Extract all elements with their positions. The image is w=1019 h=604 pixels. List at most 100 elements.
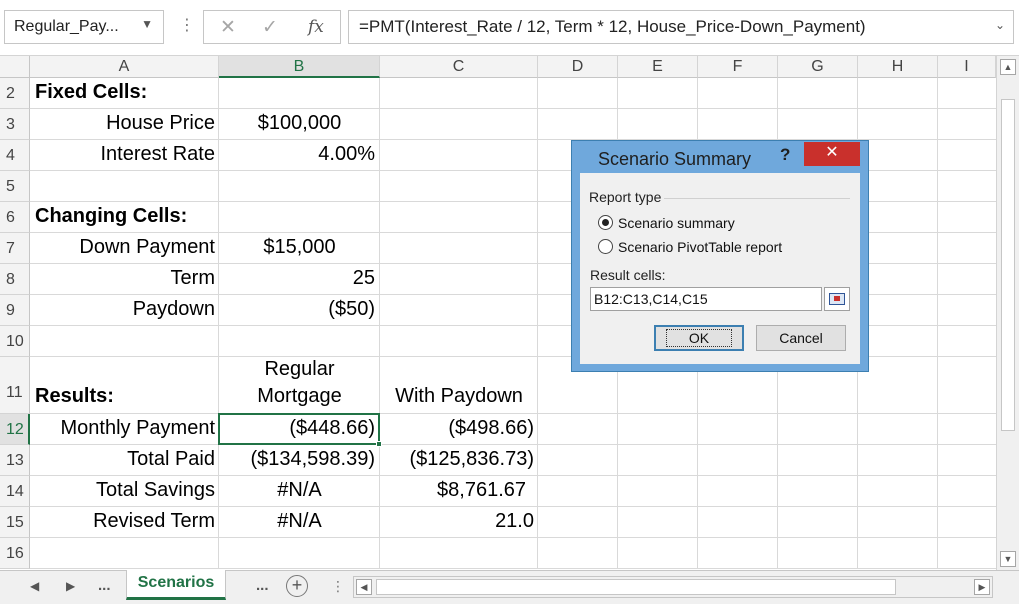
row-header-13[interactable]: 13 <box>0 445 30 476</box>
cell-a13[interactable]: Total Paid <box>33 448 215 471</box>
cell-c13[interactable]: ($125,836.73) <box>380 448 534 471</box>
insert-function-icon[interactable]: fx <box>308 17 324 37</box>
row-header-4[interactable]: 4 <box>0 140 30 171</box>
next-sheet-icon[interactable]: ▶ <box>66 579 75 593</box>
vertical-scrollbar[interactable]: ▲ ▼ <box>996 56 1019 570</box>
radio-unselected-icon[interactable] <box>598 239 613 254</box>
cell-b13[interactable]: ($134,598.39) <box>219 448 375 471</box>
close-icon[interactable]: ✕ <box>220 16 236 39</box>
cell-a2[interactable]: Fixed Cells: <box>35 81 217 104</box>
cell-c15[interactable]: 21.0 <box>380 510 534 533</box>
dialog-body: Report type Scenario summary Scenario Pi… <box>580 173 860 364</box>
cell-a7[interactable]: Down Payment <box>33 236 215 259</box>
tab-scenarios[interactable]: Scenarios <box>126 570 226 600</box>
cell-b9[interactable]: ($50) <box>219 298 375 321</box>
row-gridline <box>30 108 996 109</box>
row-header-5[interactable]: 5 <box>0 171 30 202</box>
cell-a14[interactable]: Total Savings <box>33 479 215 502</box>
select-all-corner[interactable] <box>0 56 30 78</box>
result-cells-input[interactable]: B12:C13,C14,C15 <box>590 287 822 311</box>
column-header-d[interactable]: D <box>538 56 618 78</box>
cell-b15[interactable]: #N/A <box>219 510 380 533</box>
add-sheet-icon[interactable]: + <box>286 575 308 597</box>
fill-handle[interactable] <box>376 441 382 447</box>
column-header-b[interactable]: B <box>219 56 380 78</box>
column-gridline <box>937 78 938 569</box>
check-icon[interactable]: ✓ <box>262 16 278 39</box>
cell-b11[interactable]: Mortgage <box>219 385 380 408</box>
expand-formula-icon[interactable]: ⌄ <box>995 18 1005 32</box>
column-header-i[interactable]: I <box>938 56 996 78</box>
row-header-8[interactable]: 8 <box>0 264 30 295</box>
formula-input[interactable]: =PMT(Interest_Rate / 12, Term * 12, Hous… <box>348 10 1014 44</box>
report-type-label: Report type <box>589 189 662 205</box>
row-header-14[interactable]: 14 <box>0 476 30 507</box>
cell-b7[interactable]: $15,000 <box>219 236 380 259</box>
more-sheets-left[interactable]: ... <box>98 577 111 594</box>
cell-b14[interactable]: #N/A <box>219 479 380 502</box>
cell-a3[interactable]: House Price <box>33 112 215 135</box>
horizontal-scrollbar[interactable]: ◀ ▶ <box>353 576 993 598</box>
formula-buttons: ✕ ✓ fx <box>203 10 341 44</box>
cell-a6[interactable]: Changing Cells: <box>35 205 217 228</box>
radio-selected-icon[interactable] <box>598 215 613 230</box>
cell-b11-line1[interactable]: Regular <box>219 358 380 381</box>
dialog-title: Scenario Summary <box>598 149 752 169</box>
row-header-12[interactable]: 12 <box>0 414 30 445</box>
column-header-g[interactable]: G <box>778 56 858 78</box>
cell-a15[interactable]: Revised Term <box>33 510 215 533</box>
column-header-a[interactable]: A <box>30 56 219 78</box>
cell-a11[interactable]: Results: <box>35 385 217 408</box>
scroll-right-icon[interactable]: ▶ <box>974 579 990 595</box>
scroll-down-icon[interactable]: ▼ <box>1000 551 1016 567</box>
column-header-c[interactable]: C <box>380 56 538 78</box>
cell-c12[interactable]: ($498.66) <box>380 417 534 440</box>
cell-a4[interactable]: Interest Rate <box>33 143 215 166</box>
row-gridline <box>30 506 996 507</box>
row-header-11[interactable]: 11 <box>0 357 30 414</box>
scroll-thumb[interactable] <box>1001 99 1015 431</box>
chevron-down-icon[interactable]: ▼ <box>141 17 153 31</box>
column-gridline <box>218 78 219 569</box>
column-header-e[interactable]: E <box>618 56 698 78</box>
column-gridline <box>537 78 538 569</box>
row-header-7[interactable]: 7 <box>0 233 30 264</box>
cell-c14[interactable]: $8,761.67 <box>380 479 526 502</box>
ok-button[interactable]: OK <box>654 325 744 351</box>
cell-c11[interactable]: With Paydown <box>380 385 538 408</box>
row-gridline <box>30 444 996 445</box>
name-box[interactable]: Regular_Pay... ▼ <box>4 10 164 44</box>
cell-b8[interactable]: 25 <box>219 267 375 290</box>
radio-scenario-summary[interactable]: Scenario summary <box>598 215 735 231</box>
active-cell-b12[interactable] <box>218 413 382 447</box>
cell-b4[interactable]: 4.00% <box>219 143 375 166</box>
close-button[interactable]: ✕ <box>804 142 860 166</box>
column-header-h[interactable]: H <box>858 56 938 78</box>
prev-sheet-icon[interactable]: ◀ <box>30 579 39 593</box>
row-header-15[interactable]: 15 <box>0 507 30 538</box>
help-icon[interactable]: ? <box>780 145 790 165</box>
cancel-button[interactable]: Cancel <box>756 325 846 351</box>
radio-pivottable-report[interactable]: Scenario PivotTable report <box>598 239 782 255</box>
row-header-3[interactable]: 3 <box>0 109 30 140</box>
column-header-f[interactable]: F <box>698 56 778 78</box>
row-header-16[interactable]: 16 <box>0 538 30 569</box>
more-sheets-right[interactable]: ... <box>256 577 269 594</box>
name-box-value: Regular_Pay... <box>14 18 119 35</box>
tab-splitter-icon[interactable]: ⋮ <box>331 578 345 595</box>
row-header-6[interactable]: 6 <box>0 202 30 233</box>
cell-a12[interactable]: Monthly Payment <box>33 417 215 440</box>
result-cells-label: Result cells: <box>590 267 666 283</box>
scroll-up-icon[interactable]: ▲ <box>1000 59 1016 75</box>
option-summary-label: Scenario summary <box>618 215 735 231</box>
cell-a9[interactable]: Paydown <box>33 298 215 321</box>
range-picker-icon[interactable] <box>824 287 850 311</box>
row-header-9[interactable]: 9 <box>0 295 30 326</box>
row-header-2[interactable]: 2 <box>0 78 30 109</box>
more-options-icon[interactable]: ⋮ <box>179 15 195 35</box>
scroll-left-icon[interactable]: ◀ <box>356 579 372 595</box>
cell-a8[interactable]: Term <box>33 267 215 290</box>
row-header-10[interactable]: 10 <box>0 326 30 357</box>
cell-b3[interactable]: $100,000 <box>219 112 380 135</box>
hscroll-thumb[interactable] <box>376 579 896 595</box>
